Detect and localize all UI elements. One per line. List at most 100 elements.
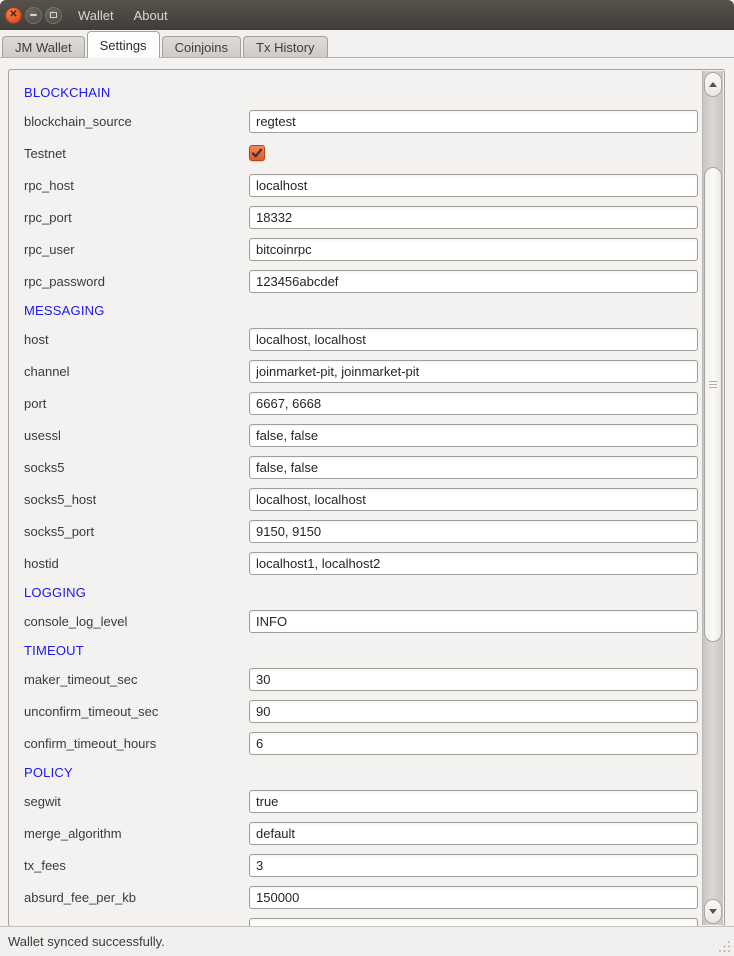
app-window: ✕ Wallet About JM WalletSettingsCoinjoin… <box>0 0 734 956</box>
field-label: blockchain_source <box>24 114 249 129</box>
settings-form: BLOCKCHAIN blockchain_source Testnet rpc_ho… <box>9 70 703 927</box>
field-input-usessl[interactable] <box>249 424 698 447</box>
window-controls: ✕ <box>5 7 62 24</box>
section-title-messaging: MESSAGING <box>24 303 105 318</box>
field-label: merge_algorithm <box>24 826 249 841</box>
field-label: rpc_password <box>24 274 249 289</box>
arrow-down-icon <box>709 909 717 914</box>
section-header-row: TIMEOUT <box>9 637 703 663</box>
field-input-absurd_fee_per_kb[interactable] <box>249 886 698 909</box>
close-button[interactable]: ✕ <box>5 7 22 24</box>
field-input-unconfirm_timeout_sec[interactable] <box>249 700 698 723</box>
settings-row: channel <box>9 355 703 387</box>
section-header-row: LOGGING <box>9 579 703 605</box>
field-label: rpc_user <box>24 242 249 257</box>
arrow-up-icon <box>709 82 717 87</box>
settings-row: rpc_host <box>9 169 703 201</box>
field-label: port <box>24 396 249 411</box>
section-title-logging: LOGGING <box>24 585 86 600</box>
settings-row: Testnet <box>9 137 703 169</box>
field-input-maker_timeout_sec[interactable] <box>249 668 698 691</box>
settings-row: unconfirm_timeout_sec <box>9 695 703 727</box>
field-label: rpc_port <box>24 210 249 225</box>
settings-row: rpc_password <box>9 265 703 297</box>
section-header-row: POLICY <box>9 759 703 785</box>
settings-row: segwit <box>9 785 703 817</box>
section-header-row: MESSAGING <box>9 297 703 323</box>
field-label: maker_timeout_sec <box>24 672 249 687</box>
field-label: usessl <box>24 428 249 443</box>
grip-icon <box>709 381 717 389</box>
field-label: unconfirm_timeout_sec <box>24 704 249 719</box>
tab-coinjoins[interactable]: Coinjoins <box>162 36 241 57</box>
settings-row: maker_timeout_sec <box>9 663 703 695</box>
settings-row: rpc_user <box>9 233 703 265</box>
field-label: socks5_port <box>24 524 249 539</box>
field-input-rpc_password[interactable] <box>249 270 698 293</box>
field-label: channel <box>24 364 249 379</box>
resize-grip-icon[interactable] <box>717 939 731 953</box>
menubar: Wallet About <box>78 8 168 23</box>
field-input-confirm_timeout_hours[interactable] <box>249 732 698 755</box>
minimize-button[interactable] <box>25 7 42 24</box>
settings-row: host <box>9 323 703 355</box>
titlebar: ✕ Wallet About <box>0 0 734 30</box>
field-label: socks5 <box>24 460 249 475</box>
vertical-scrollbar[interactable] <box>702 71 723 925</box>
field-label: absurd_fee_per_kb <box>24 890 249 905</box>
field-input-port[interactable] <box>249 392 698 415</box>
scrollbar-thumb[interactable] <box>704 167 722 642</box>
status-message: Wallet synced successfully. <box>8 934 165 949</box>
section-title-blockchain: BLOCKCHAIN <box>24 85 111 100</box>
settings-row: merge_algorithm <box>9 817 703 849</box>
tab-jm-wallet[interactable]: JM Wallet <box>2 36 85 57</box>
settings-row: rpc_port <box>9 201 703 233</box>
field-label: host <box>24 332 249 347</box>
settings-row: usessl <box>9 419 703 451</box>
field-input-blockchain_source[interactable] <box>249 110 698 133</box>
field-input-hostid[interactable] <box>249 552 698 575</box>
menu-wallet[interactable]: Wallet <box>78 8 114 23</box>
settings-row: port <box>9 387 703 419</box>
settings-row: absurd_fee_per_kb <box>9 881 703 913</box>
field-label: confirm_timeout_hours <box>24 736 249 751</box>
field-label: tx_fees <box>24 858 249 873</box>
settings-row: hostid <box>9 547 703 579</box>
field-input-rpc_user[interactable] <box>249 238 698 261</box>
tab-settings[interactable]: Settings <box>87 31 160 58</box>
field-input-tx_fees[interactable] <box>249 854 698 877</box>
settings-row: tx_fees <box>9 849 703 881</box>
field-label: segwit <box>24 794 249 809</box>
scroll-up-button[interactable] <box>704 72 722 97</box>
field-input-merge_algorithm[interactable] <box>249 822 698 845</box>
menu-about[interactable]: About <box>134 8 168 23</box>
field-input-rpc_port[interactable] <box>249 206 698 229</box>
field-input-socks5[interactable] <box>249 456 698 479</box>
field-input-socks5_port[interactable] <box>249 520 698 543</box>
settings-row: socks5 <box>9 451 703 483</box>
settings-row: socks5_port <box>9 515 703 547</box>
settings-row: blockchain_source <box>9 105 703 137</box>
field-input-rpc_host[interactable] <box>249 174 698 197</box>
field-label: socks5_host <box>24 492 249 507</box>
minimize-icon <box>30 14 37 16</box>
settings-row: socks5_host <box>9 483 703 515</box>
tab-bar: JM WalletSettingsCoinjoinsTx History <box>0 30 734 57</box>
settings-row: console_log_level <box>9 605 703 637</box>
scroll-down-button[interactable] <box>704 899 722 924</box>
field-input-host[interactable] <box>249 328 698 351</box>
settings-row <box>9 913 703 927</box>
field-input-channel[interactable] <box>249 360 698 383</box>
settings-scroll-area: BLOCKCHAIN blockchain_source Testnet rpc_ho… <box>8 69 725 927</box>
field-input-segwit[interactable] <box>249 790 698 813</box>
section-header-row: BLOCKCHAIN <box>9 79 703 105</box>
field-input-socks5_host[interactable] <box>249 488 698 511</box>
section-title-policy: POLICY <box>24 765 73 780</box>
tab-tx-history[interactable]: Tx History <box>243 36 328 57</box>
status-bar: Wallet synced successfully. <box>0 926 734 956</box>
testnet-checkbox[interactable] <box>249 145 265 161</box>
field-label: Testnet <box>24 146 249 161</box>
maximize-button[interactable] <box>45 7 62 24</box>
field-label: console_log_level <box>24 614 249 629</box>
field-input-console_log_level[interactable] <box>249 610 698 633</box>
